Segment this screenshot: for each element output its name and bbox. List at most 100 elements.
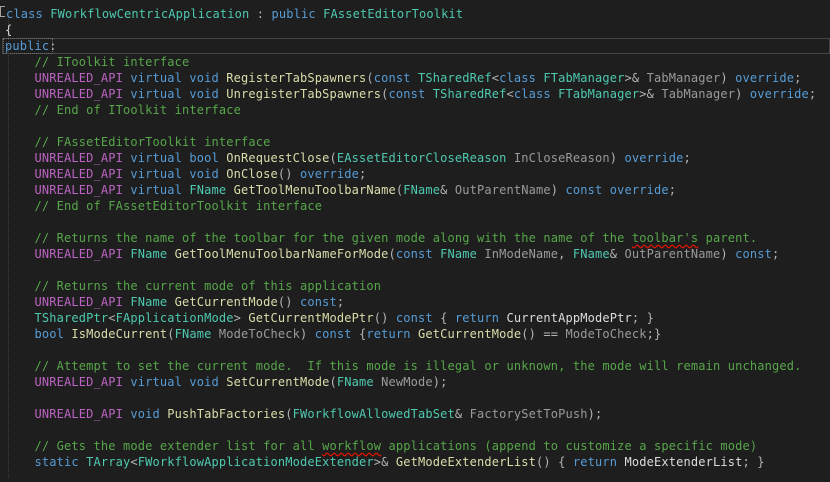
code-line[interactable]: UNREALED_API virtual void RegisterTabSpa… xyxy=(5,70,802,86)
code-token: virtual void xyxy=(130,167,227,181)
code-token: return xyxy=(454,311,507,325)
code-token: const xyxy=(314,327,359,341)
code-token: GetCurrentMode xyxy=(418,327,522,341)
code-token: ; } xyxy=(742,455,765,469)
code-token: UNREALED_API xyxy=(34,87,131,101)
code-line[interactable]: UNREALED_API virtual bool OnRequestClose… xyxy=(5,150,691,166)
code-token: ; xyxy=(794,71,802,85)
code-token: toolbar's xyxy=(631,231,699,245)
code-token: & xyxy=(609,247,625,261)
code-token: OnClose xyxy=(226,167,278,181)
code-token: ModeExtenderList xyxy=(624,455,743,469)
code-token: < xyxy=(130,455,138,469)
code-token: ;} xyxy=(646,327,662,341)
code-line[interactable]: UNREALED_API virtual void SetCurrentMode… xyxy=(5,374,448,390)
code-token: FName xyxy=(403,183,441,197)
code-token: override xyxy=(300,167,359,181)
code-token: ( xyxy=(381,87,389,101)
code-token: const xyxy=(395,311,441,325)
code-token: class xyxy=(499,71,544,85)
code-token: FWorkflowApplicationModeExtender xyxy=(137,455,374,469)
code-line[interactable]: { xyxy=(5,22,12,38)
code-token: void xyxy=(130,407,168,421)
collapse-toggle-icon[interactable] xyxy=(0,6,5,17)
code-line[interactable]: // Attempt to set the current mode. If t… xyxy=(5,358,802,374)
code-token: UNREALED_API xyxy=(34,407,131,421)
code-token: TSharedRef xyxy=(418,71,492,85)
code-token: & xyxy=(440,183,455,197)
code-token: ( xyxy=(167,327,175,341)
code-token: public xyxy=(271,7,324,21)
code-line[interactable]: UNREALED_API virtual FName GetToolMenuTo… xyxy=(5,182,676,198)
code-token: ; xyxy=(668,183,677,197)
code-token: public xyxy=(5,39,50,53)
code-line[interactable]: static TArray<FWorkflowApplicationModeEx… xyxy=(5,454,765,470)
code-token: UNREALED_API xyxy=(34,71,131,85)
code-token: FName xyxy=(130,295,175,309)
code-token: FName xyxy=(572,247,610,261)
code-token: >& xyxy=(373,455,396,469)
code-token: // Attempt to set the current mode. If t… xyxy=(34,359,802,373)
code-token: TabManager xyxy=(661,87,736,101)
code-token: UNREALED_API xyxy=(34,295,131,309)
code-token: FTabManager xyxy=(543,71,625,85)
code-line[interactable]: // FAssetEditorToolkit interface xyxy=(5,134,271,150)
code-line[interactable]: UNREALED_API virtual void OnClose() over… xyxy=(5,166,367,182)
code-token: ) xyxy=(300,327,315,341)
code-token: () xyxy=(373,311,396,325)
code-token: ) xyxy=(735,87,750,101)
code-line[interactable]: // End of FAssetEditorToolkit interface xyxy=(5,198,322,214)
code-line[interactable]: // Gets the mode extender list for all w… xyxy=(5,438,758,454)
code-token: // End of IToolkit interface xyxy=(34,103,241,117)
code-token: ; xyxy=(336,295,345,309)
code-token: TSharedRef xyxy=(432,87,507,101)
code-editor[interactable]: class FWorkflowCentricApplication : publ… xyxy=(0,0,830,482)
code-token: UNREALED_API xyxy=(34,167,131,181)
code-token: >& xyxy=(624,71,647,85)
code-token: const xyxy=(395,247,441,261)
code-token: { xyxy=(440,311,455,325)
code-token: FWorkflowAllowedTabSet xyxy=(292,407,455,421)
code-line[interactable]: class FWorkflowCentricApplication : publ… xyxy=(6,6,463,22)
code-token: // End of FAssetEditorToolkit interface xyxy=(34,199,323,213)
code-token: > xyxy=(233,311,249,325)
code-token: FName xyxy=(130,247,175,261)
code-token: static xyxy=(34,455,87,469)
code-line[interactable]: // End of IToolkit interface xyxy=(5,102,241,118)
code-token: UNREALED_API xyxy=(34,247,131,261)
code-line[interactable]: public: xyxy=(5,38,57,54)
code-line[interactable]: UNREALED_API FName GetCurrentMode() cons… xyxy=(5,294,345,310)
code-line[interactable]: UNREALED_API void PushTabFactories(FWork… xyxy=(5,406,603,422)
code-token: FApplicationMode xyxy=(115,311,234,325)
code-token: GetCurrentMode xyxy=(174,295,278,309)
code-line[interactable]: UNREALED_API virtual void UnregisterTabS… xyxy=(5,86,817,102)
code-token: TSharedPtr xyxy=(34,311,109,325)
code-token: GetToolMenuToolbarNameForMode xyxy=(174,247,389,261)
code-token: ModeToCheck xyxy=(565,327,647,341)
code-token: virtual void xyxy=(130,71,227,85)
code-token: ; xyxy=(359,167,367,181)
code-token: ( xyxy=(329,375,337,389)
code-token: ); xyxy=(432,375,448,389)
code-token: RegisterTabSpawners xyxy=(226,71,367,85)
code-line[interactable]: UNREALED_API FName GetToolMenuToolbarNam… xyxy=(5,246,780,262)
code-token: parent. xyxy=(698,231,758,245)
code-token: OutParentName xyxy=(624,247,721,261)
code-token: : xyxy=(249,7,272,21)
code-line[interactable]: bool IsModeCurrent(FName ModeToCheck) co… xyxy=(5,326,662,342)
code-token: // FAssetEditorToolkit interface xyxy=(34,135,271,149)
code-line[interactable]: // Returns the current mode of this appl… xyxy=(5,278,381,294)
code-token: workflow xyxy=(322,439,382,453)
code-line[interactable]: // Returns the name of the toolbar for t… xyxy=(5,230,758,246)
code-token: ; xyxy=(808,87,817,101)
code-token: ) xyxy=(720,247,736,261)
code-line[interactable]: TSharedPtr<FApplicationMode> GetCurrentM… xyxy=(5,310,654,326)
code-token: InCloseReason xyxy=(513,151,610,165)
code-line[interactable]: // IToolkit interface xyxy=(5,54,190,70)
code-token: , xyxy=(558,247,573,261)
